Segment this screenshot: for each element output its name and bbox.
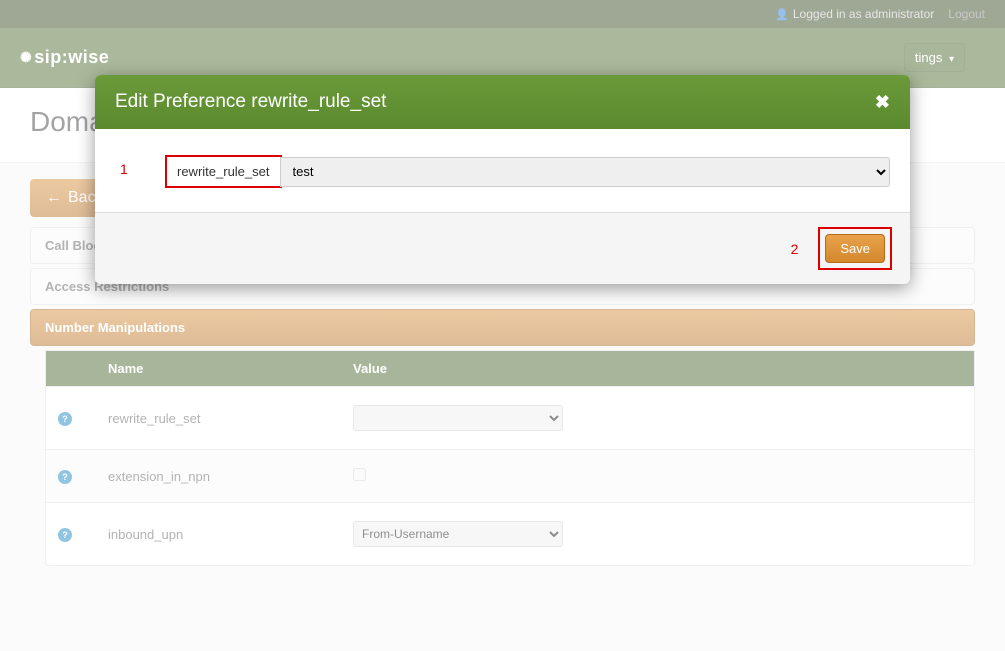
save-button[interactable]: Save bbox=[825, 234, 885, 263]
edit-preference-modal: Edit Preference rewrite_rule_set ✖ 1 rew… bbox=[95, 75, 910, 284]
modal-title: Edit Preference rewrite_rule_set bbox=[115, 91, 386, 113]
modal-body: 1 rewrite_rule_set test bbox=[95, 129, 910, 212]
annotation-1: 1 bbox=[120, 161, 128, 177]
rewrite-rule-set-select[interactable]: test bbox=[280, 157, 891, 187]
close-icon[interactable]: ✖ bbox=[875, 92, 890, 113]
field-highlight-box: rewrite_rule_set bbox=[165, 155, 282, 188]
save-highlight-box: Save bbox=[818, 227, 892, 270]
modal-footer: 2 Save bbox=[95, 212, 910, 284]
field-label: rewrite_rule_set bbox=[177, 164, 270, 179]
modal-header: Edit Preference rewrite_rule_set ✖ bbox=[95, 75, 910, 129]
annotation-2: 2 bbox=[791, 241, 799, 257]
